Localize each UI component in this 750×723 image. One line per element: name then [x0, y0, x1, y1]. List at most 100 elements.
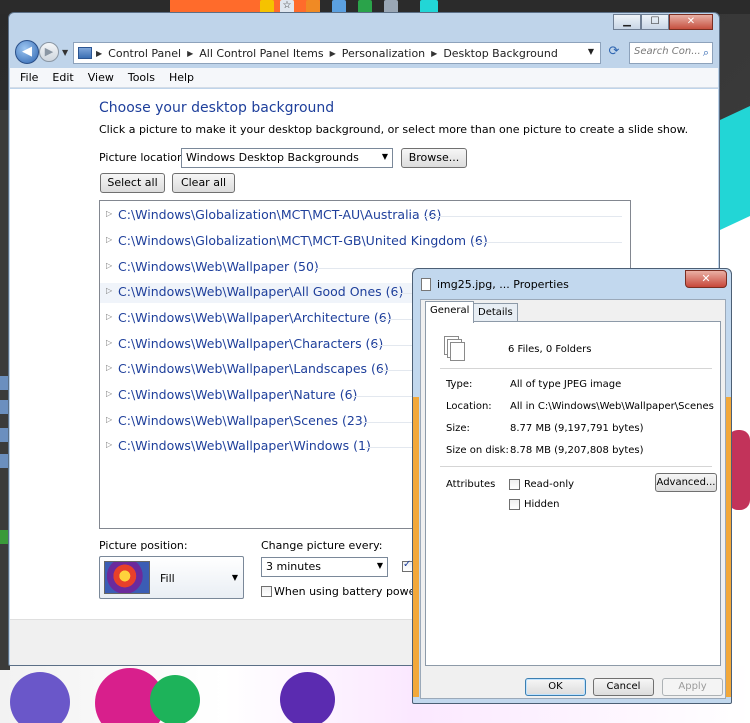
- cancel-button[interactable]: Cancel: [593, 678, 654, 696]
- wallpaper-shape: [280, 672, 335, 723]
- divider: [440, 368, 712, 369]
- file-icon: [421, 278, 431, 291]
- change-interval-value: 3 minutes: [266, 560, 322, 573]
- recent-pages-dropdown[interactable]: ▼: [62, 48, 68, 57]
- expand-arrow-icon[interactable]: ▷: [106, 286, 112, 295]
- expand-arrow-icon[interactable]: ▷: [106, 415, 112, 424]
- expand-arrow-icon[interactable]: ▷: [106, 261, 112, 270]
- location-label: Location:: [446, 401, 492, 412]
- browse-button[interactable]: Browse...: [401, 148, 467, 168]
- battery-pause-checkbox[interactable]: [261, 586, 272, 597]
- refresh-button[interactable]: ⟳: [603, 42, 625, 64]
- chevron-down-icon: ▼: [381, 152, 388, 161]
- forward-button[interactable]: ▶: [39, 42, 59, 62]
- dialog-title: img25.jpg, ... Properties: [437, 278, 569, 291]
- size-on-disk-value: 8.78 MB (9,207,808 bytes): [510, 445, 644, 456]
- apply-button[interactable]: Apply: [662, 678, 723, 696]
- properties-dialog: img25.jpg, ... Properties ✕ General Deta…: [412, 268, 732, 704]
- folder-group[interactable]: ▷ C:\Windows\Globalization\MCT\MCT-GB\Un…: [100, 232, 630, 252]
- breadcrumb-all-items[interactable]: All Control Panel Items: [199, 47, 323, 60]
- multiple-files-icon: [444, 336, 466, 362]
- ok-button[interactable]: OK: [525, 678, 586, 696]
- folder-label: C:\Windows\Globalization\MCT\MCT-AU\Aust…: [118, 207, 442, 222]
- page-title: Choose your desktop background: [99, 100, 335, 116]
- breadcrumb-desktop-background[interactable]: Desktop Background: [443, 47, 558, 60]
- chevron-right-icon[interactable]: ▶: [96, 49, 102, 58]
- change-picture-label: Change picture every:: [261, 539, 383, 552]
- picture-position-select[interactable]: Fill ▼: [99, 556, 244, 599]
- picture-location-select[interactable]: Windows Desktop Backgrounds ▼: [181, 148, 393, 168]
- readonly-checkbox[interactable]: [509, 479, 520, 490]
- menu-bar: File Edit View Tools Help: [10, 68, 718, 88]
- menu-edit[interactable]: Edit: [52, 71, 73, 84]
- chevron-right-icon[interactable]: ▶: [330, 49, 336, 58]
- address-row: ◀ ▶ ▼ ▶ Control Panel ▶ All Control Pane…: [9, 39, 719, 67]
- folder-label: C:\Windows\Web\Wallpaper (50): [118, 259, 319, 274]
- window-caption: ▁ ☐ ✕: [9, 13, 719, 41]
- caption-buttons: ▁ ☐ ✕: [613, 14, 713, 30]
- breadcrumb-control-panel[interactable]: Control Panel: [108, 47, 181, 60]
- select-all-button[interactable]: Select all: [100, 173, 165, 193]
- expand-arrow-icon[interactable]: ▷: [106, 440, 112, 449]
- menu-tools[interactable]: Tools: [128, 71, 155, 84]
- search-icon[interactable]: ⌕: [703, 46, 709, 60]
- expand-arrow-icon[interactable]: ▷: [106, 209, 112, 218]
- chevron-down-icon: ▼: [231, 573, 238, 582]
- size-value: 8.77 MB (9,197,791 bytes): [510, 423, 644, 434]
- dialog-glass-edge: [413, 397, 419, 697]
- tab-details[interactable]: Details: [473, 303, 518, 322]
- refresh-icon: ⟳: [608, 44, 620, 59]
- wallpaper-shape: [150, 675, 200, 723]
- chevron-down-icon: ▼: [376, 561, 383, 570]
- folder-label: C:\Windows\Web\Wallpaper\Architecture (6…: [118, 310, 392, 325]
- dialog-close-button[interactable]: ✕: [685, 270, 727, 288]
- back-button[interactable]: ◀: [15, 40, 39, 64]
- breadcrumb-personalization[interactable]: Personalization: [342, 47, 425, 60]
- expand-arrow-icon[interactable]: ▷: [106, 235, 112, 244]
- location-value: All in C:\Windows\Web\Wallpaper\Scenes: [510, 401, 714, 412]
- tab-general[interactable]: General: [425, 301, 475, 323]
- expand-arrow-icon[interactable]: ▷: [106, 312, 112, 321]
- size-label: Size:: [446, 423, 470, 434]
- advanced-button[interactable]: Advanced...: [655, 473, 717, 492]
- close-button[interactable]: ✕: [669, 14, 713, 30]
- menu-file[interactable]: File: [20, 71, 38, 84]
- general-tab-panel: 6 Files, 0 Folders Type: All of type JPE…: [425, 321, 721, 666]
- search-input[interactable]: Search Con... ⌕: [629, 42, 713, 64]
- folder-label: C:\Windows\Web\Wallpaper\Nature (6): [118, 387, 358, 402]
- folder-label: C:\Windows\Web\Wallpaper\All Good Ones (…: [118, 284, 404, 299]
- expand-arrow-icon[interactable]: ▷: [106, 338, 112, 347]
- arrow-left-icon: ◀: [22, 44, 32, 59]
- attributes-label: Attributes: [446, 479, 496, 490]
- divider: [425, 216, 622, 217]
- folder-label: C:\Windows\Web\Wallpaper\Windows (1): [118, 438, 371, 453]
- folder-label: C:\Windows\Globalization\MCT\MCT-GB\Unit…: [118, 233, 488, 248]
- menu-help[interactable]: Help: [169, 71, 194, 84]
- chevron-right-icon[interactable]: ▶: [431, 49, 437, 58]
- clear-all-button[interactable]: Clear all: [172, 173, 235, 193]
- maximize-button[interactable]: ☐: [641, 14, 669, 30]
- readonly-label: Read-only: [524, 479, 575, 490]
- hidden-checkbox[interactable]: [509, 499, 520, 510]
- minimize-button[interactable]: ▁: [613, 14, 641, 30]
- file-summary: 6 Files, 0 Folders: [508, 344, 592, 355]
- chevron-down-icon[interactable]: ▼: [588, 47, 594, 56]
- folder-label: C:\Windows\Web\Wallpaper\Landscapes (6): [118, 361, 389, 376]
- hidden-label: Hidden: [524, 499, 560, 510]
- page-description: Click a picture to make it your desktop …: [99, 123, 689, 136]
- divider: [473, 242, 622, 243]
- expand-arrow-icon[interactable]: ▷: [106, 389, 112, 398]
- change-interval-select[interactable]: 3 minutes ▼: [261, 557, 388, 577]
- type-value: All of type JPEG image: [510, 379, 622, 390]
- picture-position-value: Fill: [160, 572, 175, 585]
- menu-view[interactable]: View: [88, 71, 114, 84]
- address-bar[interactable]: ▶ Control Panel ▶ All Control Panel Item…: [73, 42, 601, 64]
- folder-group[interactable]: ▷ C:\Windows\Globalization\MCT\MCT-AU\Au…: [100, 206, 630, 226]
- folder-label: C:\Windows\Web\Wallpaper\Scenes (23): [118, 413, 368, 428]
- picture-location-value: Windows Desktop Backgrounds: [186, 151, 359, 164]
- size-on-disk-label: Size on disk:: [446, 445, 509, 456]
- picture-location-label: Picture location:: [99, 151, 188, 164]
- expand-arrow-icon[interactable]: ▷: [106, 363, 112, 372]
- chevron-right-icon[interactable]: ▶: [187, 49, 193, 58]
- picture-position-label: Picture position:: [99, 539, 188, 552]
